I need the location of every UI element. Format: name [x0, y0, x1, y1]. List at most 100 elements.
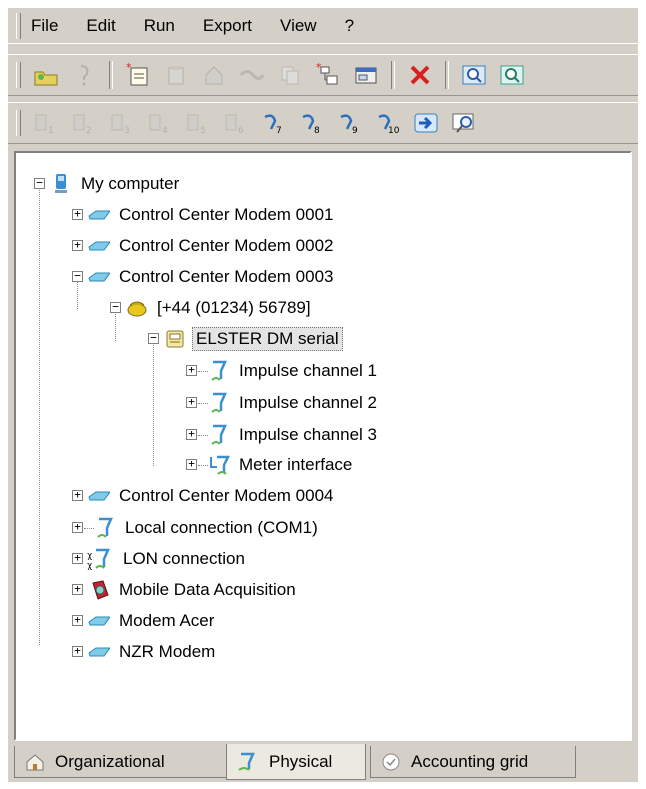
expand-toggle[interactable]: + — [72, 583, 83, 595]
menu-file[interactable]: File — [31, 16, 58, 36]
tree-connector — [153, 341, 154, 466]
action-7-icon[interactable]: 7 — [259, 108, 289, 138]
tree-connector — [77, 279, 78, 309]
tree-node-mobile-data-acquisition[interactable]: Mobile Data Acquisition — [88, 578, 299, 602]
tree-node-modem-acer[interactable]: Modem Acer — [88, 609, 217, 633]
expand-toggle[interactable]: + — [72, 239, 83, 251]
expand-toggle[interactable]: + — [72, 489, 83, 501]
menu-edit[interactable]: Edit — [86, 16, 115, 36]
svg-text:2: 2 — [86, 126, 92, 135]
expand-toggle[interactable]: + — [72, 614, 83, 626]
tree-node-elster-dm-serial[interactable]: ELSTER DM serial — [164, 327, 343, 351]
action-5-icon[interactable]: 5 — [183, 108, 213, 138]
modem-icon — [88, 267, 110, 287]
menubar-grip — [16, 12, 21, 39]
svg-text:*: * — [316, 62, 322, 74]
new-subitem-icon[interactable]: * — [313, 60, 343, 90]
tree-node-phone-number[interactable]: [+44 (01234) 56789] — [126, 296, 314, 320]
menu-help[interactable]: ? — [345, 16, 354, 36]
svg-text:6: 6 — [238, 126, 244, 135]
toolbar-separator — [109, 61, 113, 89]
expand-toggle[interactable]: + — [72, 552, 83, 564]
modem-icon — [88, 642, 110, 662]
expand-toggle[interactable]: + — [186, 458, 197, 470]
tree-node-modem-0002[interactable]: Control Center Modem 0002 — [88, 234, 337, 258]
menu-view[interactable]: View — [280, 16, 317, 36]
open-folder-icon[interactable] — [31, 60, 61, 90]
expand-toggle[interactable]: + — [186, 396, 197, 408]
paste-icon[interactable] — [161, 60, 191, 90]
tab-label: Accounting grid — [411, 751, 529, 771]
svg-text:5: 5 — [200, 126, 206, 135]
arrow-right-icon[interactable] — [411, 108, 441, 138]
svg-text:*: * — [126, 62, 132, 74]
menu-export[interactable]: Export — [203, 16, 252, 36]
zoom-icon[interactable] — [459, 60, 489, 90]
expand-toggle[interactable]: + — [186, 428, 197, 440]
tree-node-meter-interface[interactable]: Meter interface — [208, 453, 355, 477]
connect-icon[interactable] — [237, 60, 267, 90]
tree-node-impulse-channel-1[interactable]: Impulse channel 1 — [208, 359, 380, 383]
svg-text:4: 4 — [162, 126, 168, 135]
tab-organizational[interactable]: Organizational — [14, 746, 228, 778]
expand-toggle[interactable]: + — [72, 645, 83, 657]
tree-node-modem-0004[interactable]: Control Center Modem 0004 — [88, 484, 337, 508]
impulse-channel-icon — [208, 424, 230, 445]
new-item-icon[interactable]: * — [123, 60, 153, 90]
tree-node-root[interactable]: My computer — [50, 172, 182, 196]
svg-text:9: 9 — [352, 126, 358, 135]
tab-accounting-grid[interactable]: Accounting grid — [370, 746, 576, 778]
tree-connector — [115, 309, 116, 341]
tree-node-impulse-channel-3[interactable]: Impulse channel 3 — [208, 423, 380, 447]
collapse-toggle[interactable]: − — [110, 301, 121, 313]
expand-toggle[interactable]: + — [72, 521, 83, 533]
tree-node-local-connection[interactable]: Local connection (COM1) — [94, 516, 321, 540]
action-6-icon[interactable]: 6 — [221, 108, 251, 138]
physical-connection-icon — [237, 752, 259, 772]
expand-toggle[interactable]: + — [186, 364, 197, 376]
action-1-icon[interactable]: 1 — [31, 108, 61, 138]
modem-icon — [88, 236, 110, 256]
tab-physical[interactable]: Physical — [226, 744, 366, 780]
modem-icon — [88, 611, 110, 631]
handheld-device-icon — [88, 580, 110, 600]
tree-node-modem-0003[interactable]: Control Center Modem 0003 — [88, 265, 337, 289]
toolbar-separator — [445, 61, 449, 89]
tree-connector — [198, 403, 208, 404]
tree-connector — [198, 371, 208, 372]
tree-node-modem-0001[interactable]: Control Center Modem 0001 — [88, 203, 337, 227]
properties-icon[interactable] — [351, 60, 381, 90]
tree-node-impulse-channel-2[interactable]: Impulse channel 2 — [208, 391, 380, 415]
impulse-channel-icon — [208, 392, 230, 413]
action-2-icon[interactable]: 2 — [69, 108, 99, 138]
tree-node-lon-connection[interactable]: χχ LON connection — [86, 547, 248, 571]
action-8-icon[interactable]: 8 — [297, 108, 327, 138]
svg-text:7: 7 — [276, 126, 282, 135]
delete-icon[interactable] — [405, 60, 435, 90]
secondary-toolbar: 1 2 3 4 5 6 7 8 9 10 — [8, 102, 638, 144]
tree-view[interactable]: − My computer + Control Center Modem 000… — [14, 151, 632, 741]
collapse-toggle[interactable]: − — [34, 177, 45, 189]
collapse-toggle[interactable]: − — [72, 270, 83, 282]
collapse-toggle[interactable]: − — [148, 332, 159, 344]
copy-icon[interactable] — [275, 60, 305, 90]
toolbar-grip — [16, 110, 21, 136]
action-4-icon[interactable]: 4 — [145, 108, 175, 138]
tree-connector — [198, 435, 208, 436]
search-icon[interactable] — [449, 108, 479, 138]
menu-run[interactable]: Run — [144, 16, 175, 36]
tree-node-nzr-modem[interactable]: NZR Modem — [88, 640, 218, 664]
expand-toggle[interactable]: + — [72, 208, 83, 220]
svg-text:3: 3 — [124, 126, 130, 135]
wizard-icon[interactable] — [69, 60, 99, 90]
computer-icon — [50, 174, 72, 194]
zoom-fit-icon[interactable] — [497, 60, 527, 90]
action-9-icon[interactable]: 9 — [335, 108, 365, 138]
meter-interface-icon — [208, 455, 230, 475]
view-tabs: Organizational Physical Accounting grid — [14, 744, 632, 782]
home-icon[interactable] — [199, 60, 229, 90]
action-3-icon[interactable]: 3 — [107, 108, 137, 138]
tree-connector — [84, 528, 94, 529]
serial-connection-icon — [94, 517, 116, 538]
action-10-icon[interactable]: 10 — [373, 108, 403, 138]
